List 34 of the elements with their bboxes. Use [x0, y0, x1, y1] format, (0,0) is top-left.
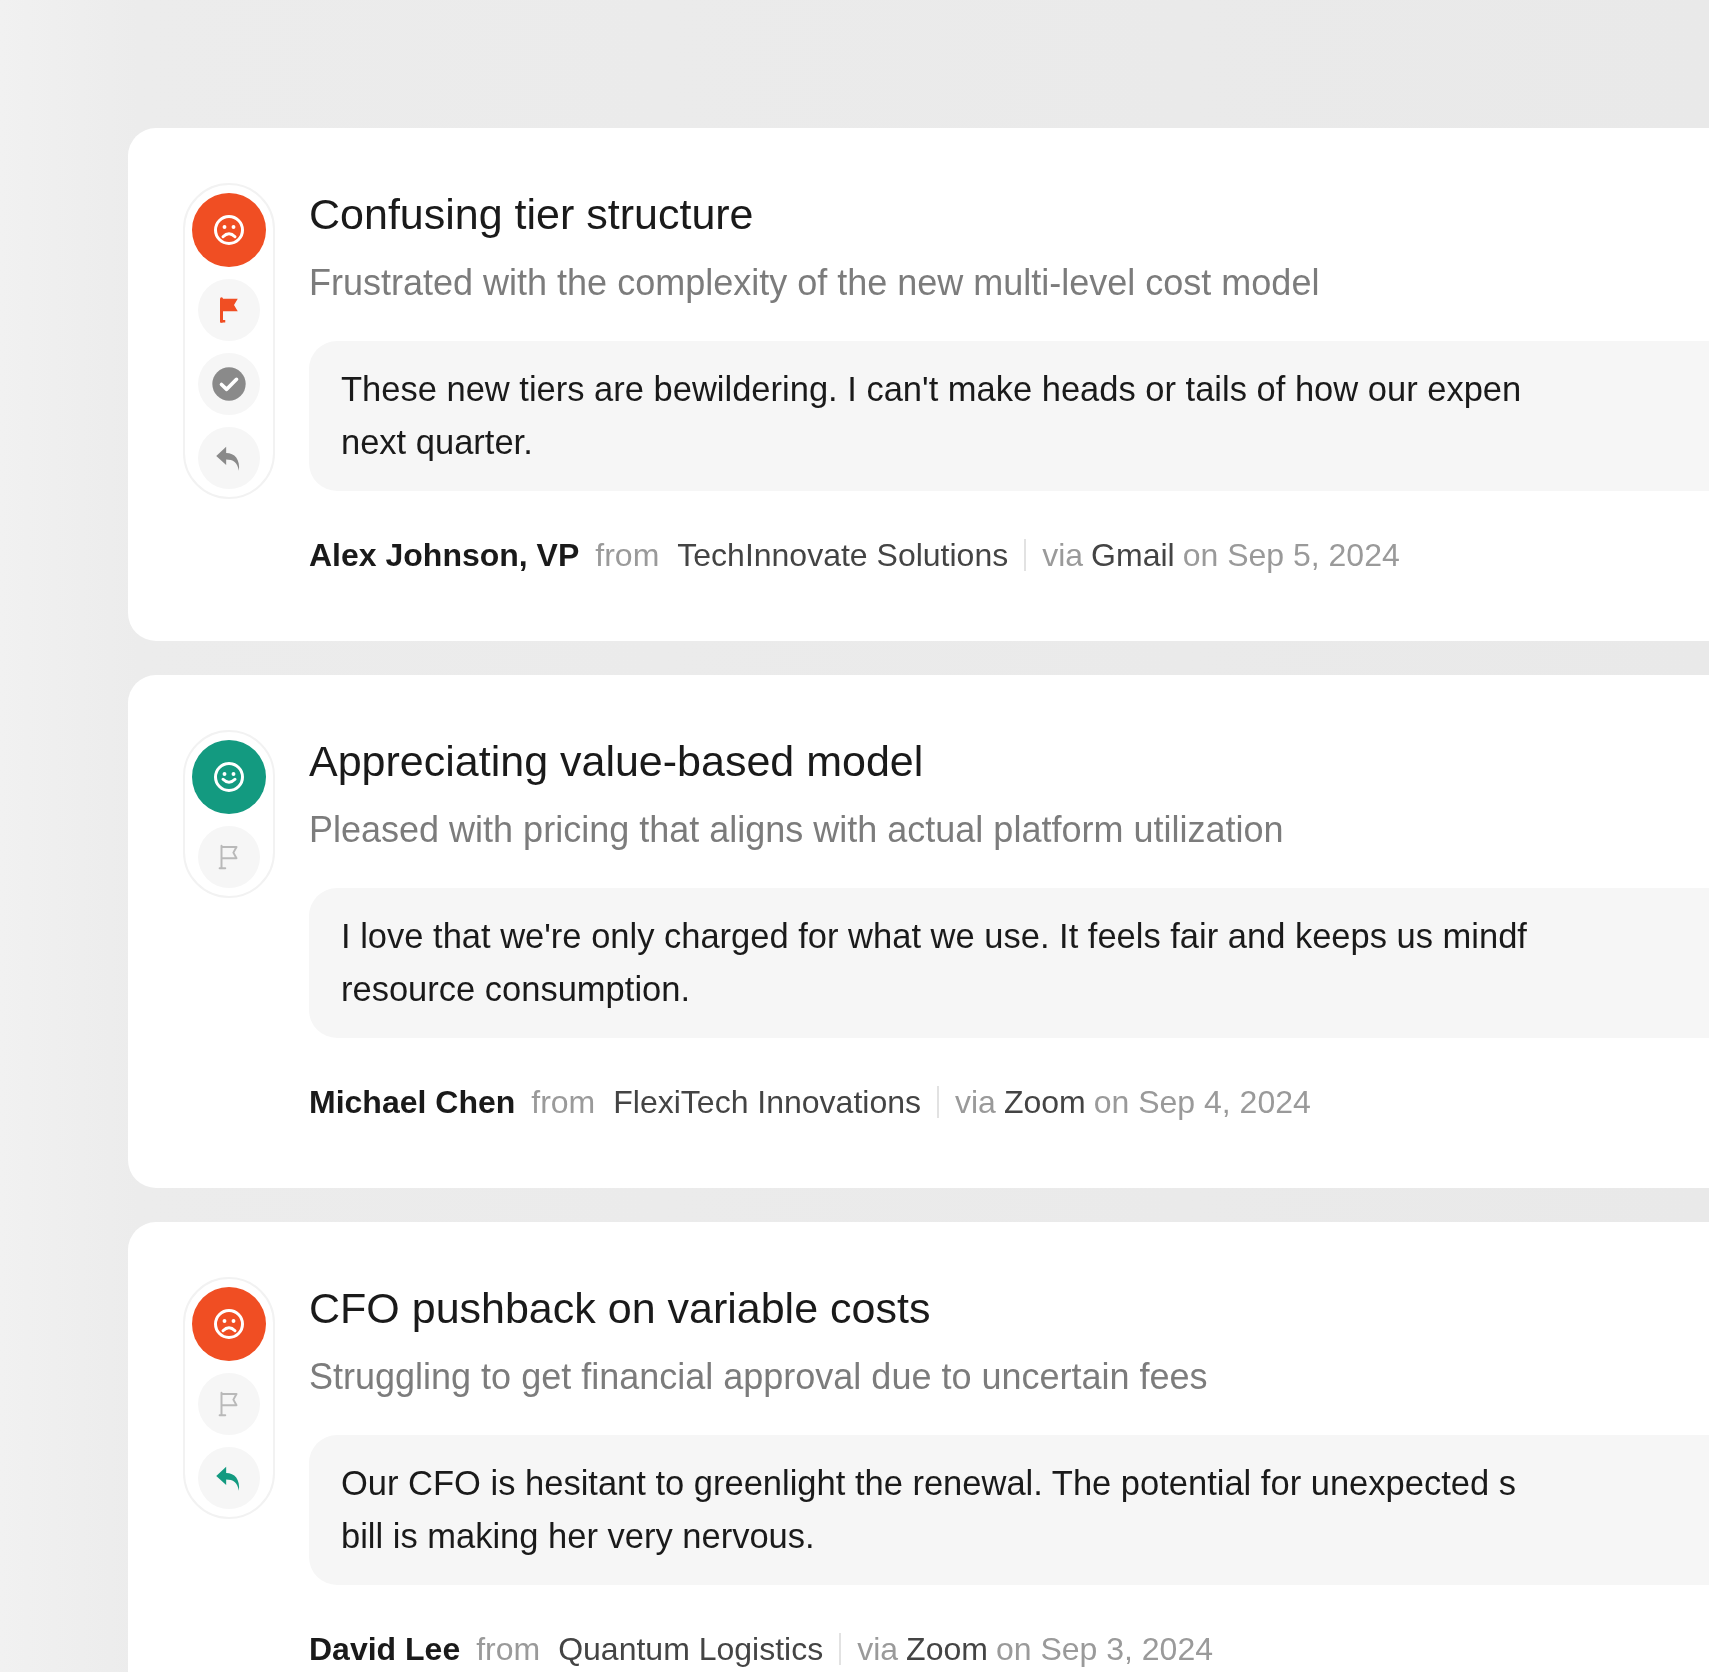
- quote-text: I love that we're only charged for what we use. It feels fair and keeps us mindf resource consumption.: [309, 888, 1709, 1038]
- feedback-summary: Struggling to get financial approval due to uncertain fees: [309, 1355, 1209, 1399]
- flag-button[interactable]: [198, 826, 260, 888]
- via-label: via: [955, 1083, 996, 1122]
- channel-name: Zoom: [1003, 1083, 1086, 1122]
- quote-text: These new tiers are bewildering. I can't make heads or tails of how our expen next quarter.: [309, 341, 1709, 491]
- feedback-title: Appreciating value-based model: [309, 736, 925, 786]
- feedback-summary: Frustrated with the complexity of the new multi-level cost model: [309, 261, 1321, 305]
- feedback-title: Confusing tier structure: [309, 189, 755, 239]
- date-text: on Sep 5, 2024: [1182, 536, 1400, 575]
- smiley-face-icon: [211, 759, 247, 795]
- company-name: TechInnovate Solutions: [677, 536, 1009, 575]
- check-icon: [209, 364, 249, 404]
- from-label: from: [476, 1630, 541, 1669]
- feedback-title: CFO pushback on variable costs: [309, 1283, 932, 1333]
- date-text: on Sep 3, 2024: [995, 1630, 1213, 1669]
- channel-name: Gmail: [1091, 536, 1175, 575]
- via-label: via: [1042, 536, 1084, 575]
- feedback-summary: Pleased with pricing that aligns with actual platform utilization: [309, 808, 1285, 852]
- company-name: Quantum Logistics: [558, 1630, 824, 1669]
- quote-text: Our CFO is hesitant to greenlight the renewal. The potential for unexpected s bill is making her very nervous.: [309, 1435, 1709, 1585]
- author-name: Alex Johnson, VP: [309, 536, 580, 575]
- channel-name: Zoom: [906, 1630, 988, 1669]
- date-text: on Sep 4, 2024: [1093, 1083, 1311, 1122]
- reply-button[interactable]: [198, 427, 260, 489]
- sad-face-icon: [211, 1306, 247, 1342]
- reply-button[interactable]: [198, 1447, 260, 1509]
- from-label: from: [531, 1083, 596, 1122]
- company-name: FlexiTech Innovations: [613, 1083, 921, 1122]
- from-label: from: [595, 536, 660, 575]
- author-name: David Lee: [309, 1630, 461, 1669]
- via-label: via: [857, 1630, 899, 1669]
- author-name: Michael Chen: [309, 1083, 516, 1122]
- sad-face-icon: [211, 212, 247, 248]
